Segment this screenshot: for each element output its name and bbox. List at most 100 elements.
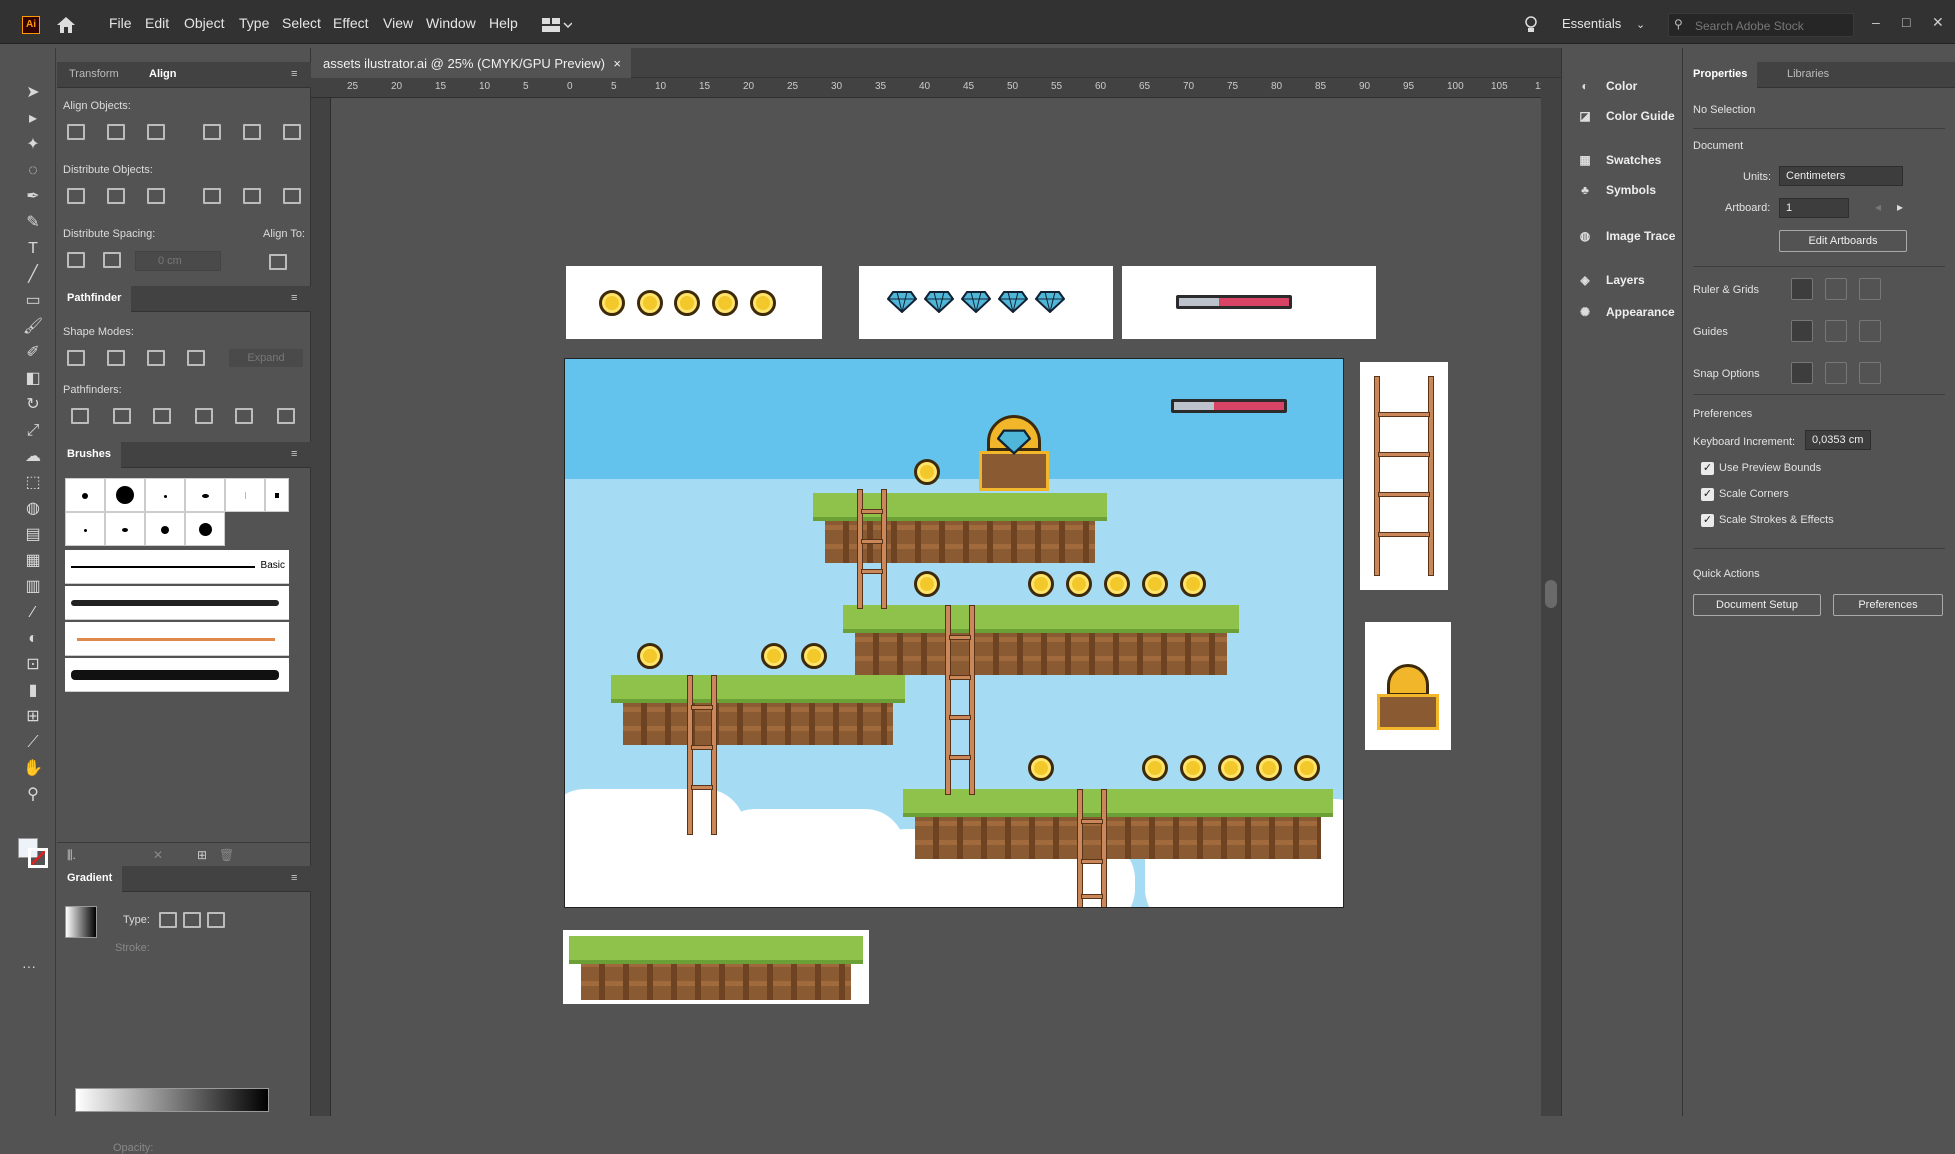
graph-tool-icon[interactable]: ▮ [22,680,44,702]
brush-arrow[interactable] [65,622,289,656]
shape-builder-icon[interactable]: ◍ [22,498,44,520]
brush-libraries-icon[interactable]: ⫼. [67,848,76,863]
artboard-tool-icon[interactable]: ⊞ [22,706,44,728]
panel-menu-icon[interactable]: ≡ [291,68,297,80]
mesh-tool-icon[interactable]: ▦ [22,550,44,572]
distribute-left-icon[interactable] [203,188,221,204]
symbols-panel-button[interactable]: ♣ Symbols [1576,178,1656,202]
scale-strokes-checkbox[interactable]: ✓ [1701,514,1714,527]
keyboard-increment-field[interactable]: 0,0353 cm [1805,430,1871,450]
radial-gradient-icon[interactable] [183,912,201,928]
artboard-ladder[interactable] [1360,362,1448,590]
artboard-ground-tile[interactable] [563,930,869,1004]
pen-tool-icon[interactable]: ✒ [22,186,44,208]
color-panel-button[interactable]: ◐ Color [1576,74,1637,98]
smart-guides-icon[interactable] [1859,320,1881,342]
minus-front-icon[interactable] [107,350,125,366]
gradient-menu-icon[interactable]: ≡ [291,872,297,884]
delete-brush-icon[interactable]: 🗑 [219,848,234,862]
zoom-tool-icon[interactable]: ⚲ [22,784,44,806]
more-tools-icon[interactable]: ··· [22,958,36,974]
tab-libraries[interactable]: Libraries [1787,68,1829,80]
crop-icon[interactable] [195,408,213,424]
close-tab-icon[interactable]: × [613,56,621,71]
next-artboard-icon[interactable]: ▸ [1897,200,1903,214]
gradient-tool-icon[interactable]: ▥ [22,576,44,598]
artboard-main-scene[interactable] [564,358,1344,908]
close-window-icon[interactable]: ✕ [1932,14,1944,31]
appearance-panel-button[interactable]: ✺ Appearance [1576,300,1675,324]
vertical-spacing-icon[interactable] [67,252,85,268]
brush-square[interactable] [265,478,289,512]
home-icon[interactable] [55,15,77,35]
distribute-bottom-icon[interactable] [147,188,165,204]
selection-tool-icon[interactable]: ➤ [22,82,44,104]
artboard-health-bar[interactable] [1122,266,1376,339]
align-top-icon[interactable] [203,124,221,140]
brush-basic[interactable]: Basic [65,550,289,584]
stroke-swatch[interactable] [28,848,48,868]
unite-icon[interactable] [67,350,85,366]
menu-file[interactable]: File [109,15,132,31]
free-transform-icon[interactable]: ⬚ [22,472,44,494]
brush-dot-small[interactable] [65,478,105,512]
brush-dot-2[interactable] [65,512,105,546]
magic-wand-icon[interactable]: ✦ [22,134,44,156]
menu-view[interactable]: View [383,15,413,31]
exclude-icon[interactable] [187,350,205,366]
expand-button[interactable]: Expand [229,349,303,367]
units-dropdown[interactable]: Centimeters [1779,166,1903,186]
paintbrush-tool-icon[interactable]: 🖌 [22,316,44,338]
lock-guides-icon[interactable] [1825,320,1847,342]
minimize-icon[interactable]: – [1872,14,1880,30]
line-tool-icon[interactable]: ╱ [22,264,44,286]
vertical-ruler[interactable] [311,98,331,1116]
brush-dot-medium[interactable] [145,512,185,546]
edit-artboards-button[interactable]: Edit Artboards [1779,230,1907,252]
canvas-area[interactable] [331,98,1541,1116]
menu-object[interactable]: Object [184,15,224,31]
warp-tool-icon[interactable]: ☁ [22,446,44,468]
horizontal-ruler[interactable]: 25 20 15 10 5 0 5 10 15 20 25 30 35 40 45 50 55 60 65 70 75 8… [311,78,1561,98]
lasso-icon[interactable]: ◌ [22,160,44,182]
vertical-scrollbar[interactable] [1541,78,1561,1116]
brush-dot-tiny[interactable] [145,478,185,512]
eraser-tool-icon[interactable]: ◧ [22,368,44,390]
merge-icon[interactable] [153,408,171,424]
workspace-switcher[interactable]: Essentials [1562,16,1621,31]
brush-dot-big[interactable] [185,512,225,546]
symbol-sprayer-icon[interactable]: ⊡ [22,654,44,676]
perspective-grid-icon[interactable]: ▤ [22,524,44,546]
divide-icon[interactable] [71,408,89,424]
hand-tool-icon[interactable]: ✋ [22,758,44,780]
artboard-dropdown[interactable]: 1 [1779,198,1849,218]
rulers-icon[interactable] [1791,278,1813,300]
guides-icon[interactable] [1791,320,1813,342]
arrange-documents-icon[interactable] [542,18,573,32]
distribute-hcenter-icon[interactable] [243,188,261,204]
color-guide-panel-button[interactable]: ◪ Color Guide [1576,104,1674,128]
type-tool-icon[interactable]: T [22,238,44,260]
tab-transform[interactable]: Transform [69,68,119,80]
swatches-panel-button[interactable]: ▦ Swatches [1576,148,1661,172]
brush-dot-large[interactable] [105,478,145,512]
align-middle-icon[interactable] [243,124,261,140]
artboard-coins[interactable] [566,266,822,339]
brush-oval[interactable] [185,478,225,512]
horizontal-spacing-icon[interactable] [103,252,121,268]
brush-rough[interactable] [65,658,289,692]
brush-oval-2[interactable] [105,512,145,546]
direct-selection-tool-icon[interactable]: ▸ [22,108,44,130]
previous-artboard-icon[interactable]: ◂ [1875,200,1881,214]
trim-icon[interactable] [113,408,131,424]
menu-effect[interactable]: Effect [333,15,369,31]
search-stock-input[interactable]: Search Adobe Stock [1668,13,1854,37]
menu-help[interactable]: Help [489,15,518,31]
scale-corners-checkbox[interactable]: ✓ [1701,488,1714,501]
snap-to-point-icon[interactable] [1791,362,1813,384]
pathfinder-menu-icon[interactable]: ≡ [291,292,297,304]
intersect-icon[interactable] [147,350,165,366]
align-bottom-icon[interactable] [283,124,301,140]
linear-gradient-icon[interactable] [159,912,177,928]
eyedropper-icon[interactable]: ⁄ [22,602,44,624]
